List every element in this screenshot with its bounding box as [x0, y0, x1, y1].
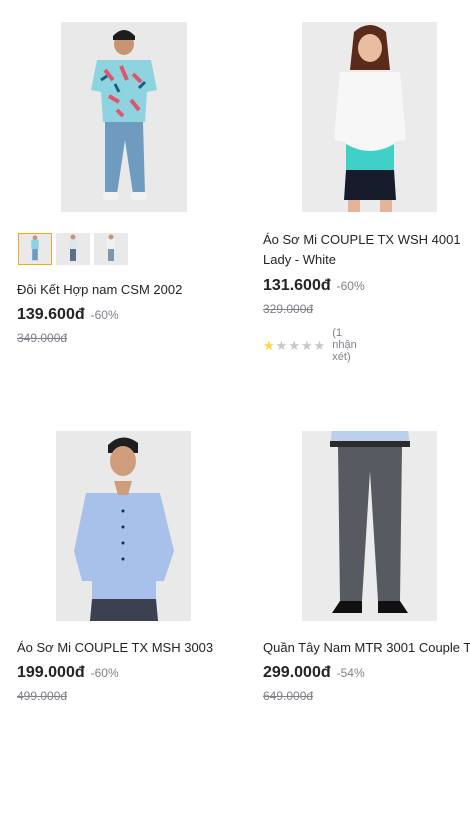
product-price: 139.600đ -60%	[17, 306, 119, 324]
product-price: 131.600đ -60%	[263, 277, 365, 295]
price-value: 299.000đ	[263, 664, 331, 681]
rating-stars: ★ ★ ★ ★ ★ (1 nhận xét)	[263, 327, 357, 363]
star-icon: ★	[263, 337, 275, 353]
product-name[interactable]: Quần Tây Nam MTR 3001 Couple TX	[263, 638, 470, 658]
product-image[interactable]	[56, 431, 191, 621]
price-value: 131.600đ	[263, 277, 331, 294]
product-image[interactable]	[302, 22, 437, 212]
old-price: 349.000đ	[17, 331, 68, 345]
thumbnail-3[interactable]	[94, 233, 128, 265]
product-price: 199.000đ -60%	[17, 664, 119, 682]
product-name[interactable]: Áo Sơ Mi COUPLE TX WSH 4001 Lady - White	[263, 230, 463, 270]
old-price: 499.000đ	[17, 689, 68, 703]
thumbnail-2[interactable]	[56, 233, 90, 265]
price-value: 139.600đ	[17, 306, 85, 323]
price-value: 199.000đ	[17, 664, 85, 681]
old-price: 329.000đ	[263, 302, 314, 316]
discount-badge: -60%	[90, 308, 119, 322]
thumbnail-1[interactable]	[18, 233, 52, 265]
review-count[interactable]: (1 nhận xét)	[332, 327, 356, 363]
discount-badge: -54%	[336, 666, 365, 680]
discount-badge: -60%	[336, 279, 365, 293]
product-image[interactable]	[302, 431, 437, 621]
star-icon: ★	[300, 337, 313, 353]
star-icon: ★	[275, 337, 288, 353]
product-image[interactable]	[61, 22, 187, 212]
star-icon: ★	[288, 337, 300, 353]
star-icon: ★	[313, 337, 326, 353]
old-price: 649.000đ	[263, 689, 314, 703]
product-price: 299.000đ -54%	[263, 664, 365, 682]
product-name[interactable]: Áo Sơ Mi COUPLE TX MSH 3003	[17, 638, 237, 658]
product-name[interactable]: Đôi Kết Hợp nam CSM 2002	[17, 280, 237, 300]
discount-badge: -60%	[90, 666, 119, 680]
